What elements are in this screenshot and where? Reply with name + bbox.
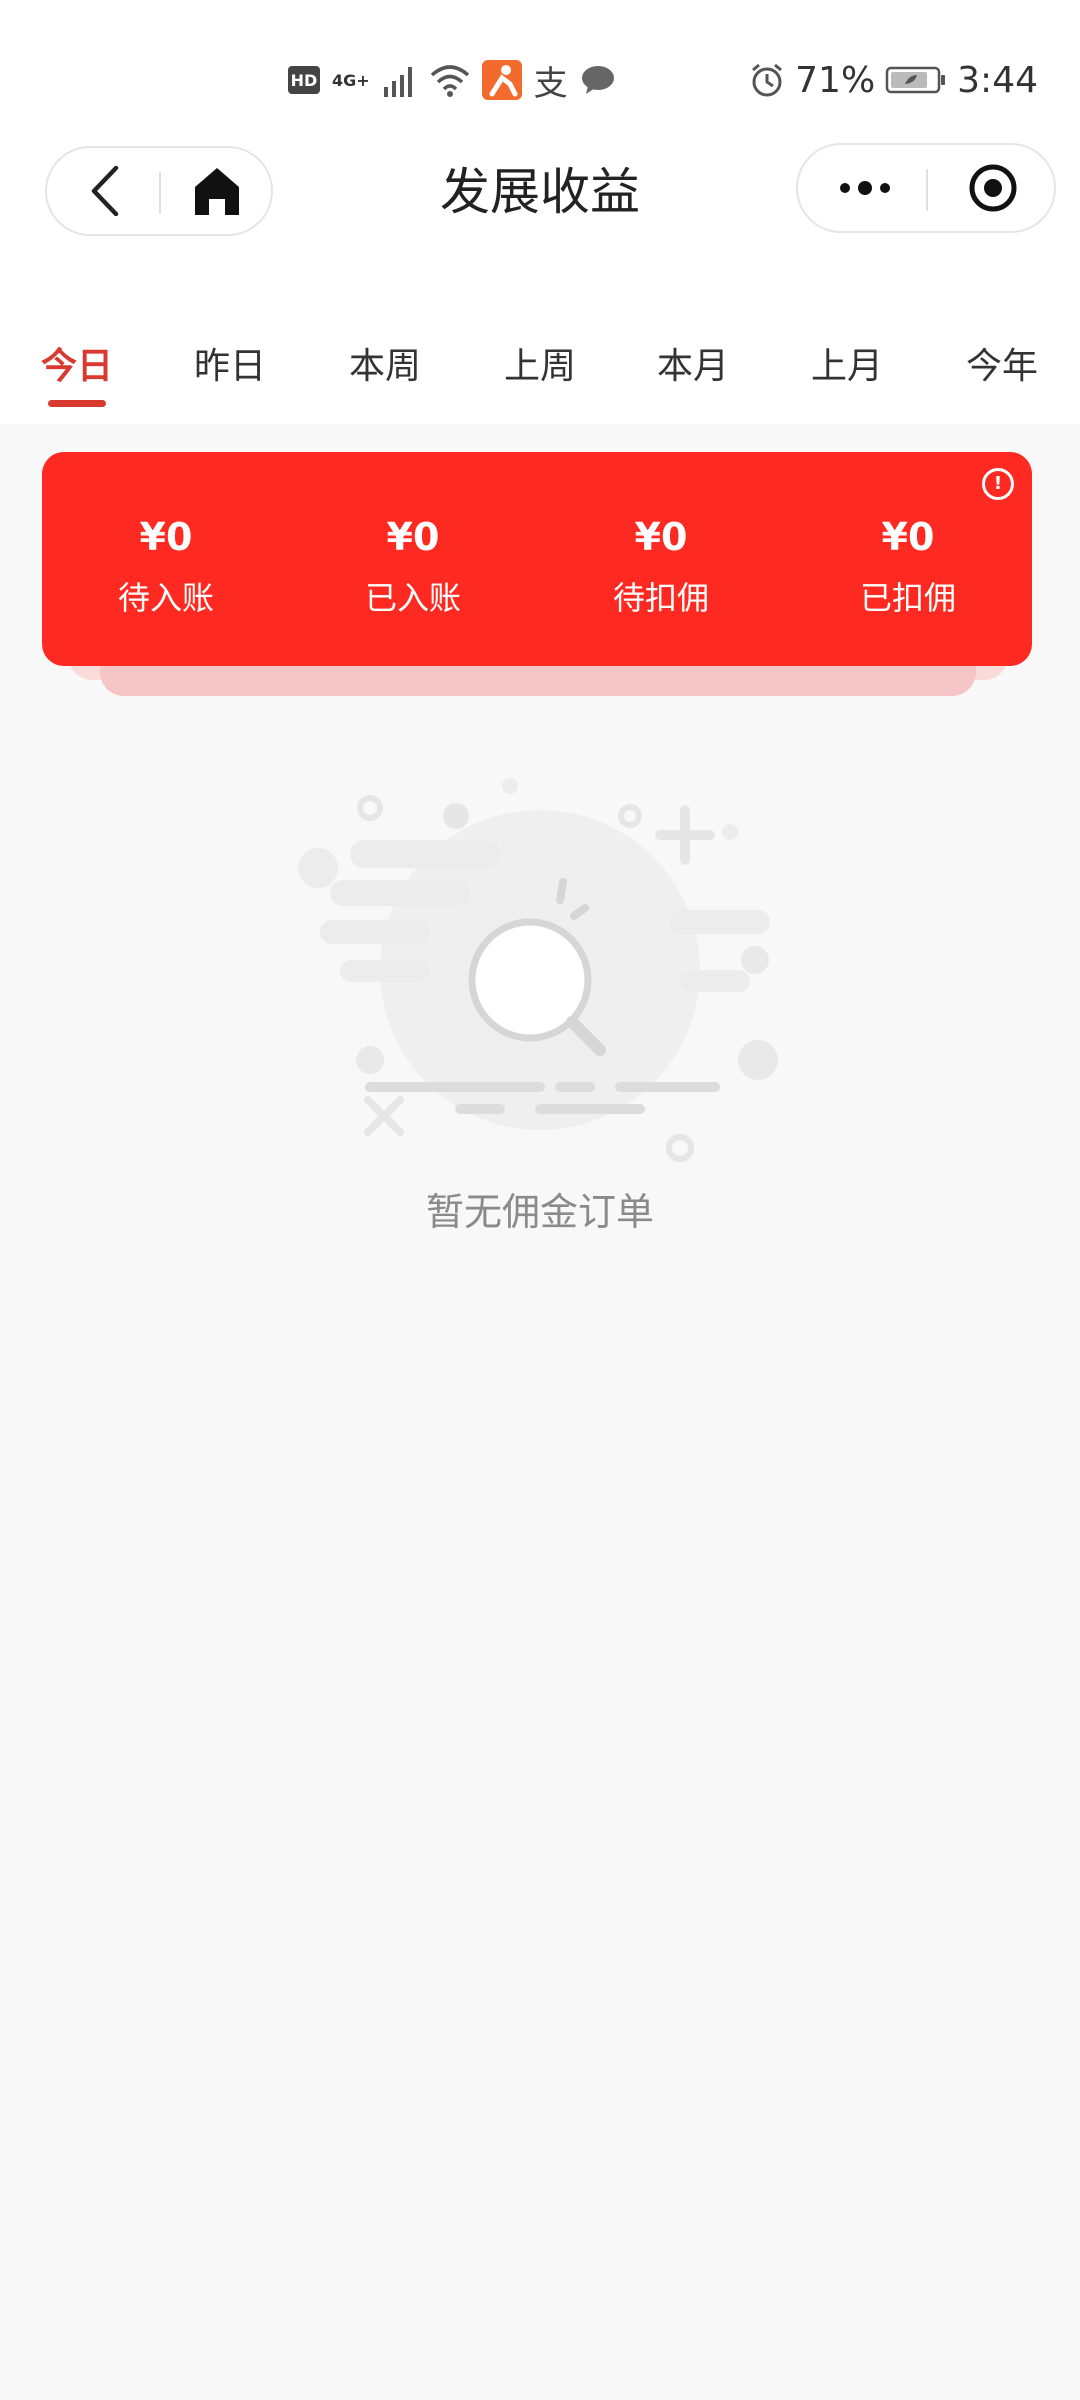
mini-program-capsule — [796, 143, 1056, 233]
target-icon — [969, 164, 1017, 212]
stat-amount: ¥0 — [634, 515, 688, 559]
close-mini-program-button[interactable] — [938, 145, 1048, 231]
status-bar: HD 4G+ 支 71% 3:44 — [0, 0, 1080, 160]
alarm-icon — [752, 63, 783, 97]
info-icon[interactable]: ! — [982, 468, 1014, 500]
stat-entered: ¥0 已入账 — [313, 512, 513, 626]
tab-today[interactable]: 今日 — [17, 330, 137, 410]
status-icons-right: 71% 3:44 — [749, 58, 1038, 102]
stat-label: 已入账 — [364, 579, 461, 617]
empty-state-message: 暂无佣金订单 — [425, 1190, 654, 1234]
chat-icon — [581, 66, 614, 94]
alipay-icon: 支 — [533, 63, 568, 104]
stat-label: 待入账 — [117, 579, 214, 617]
hd-icon: HD — [288, 66, 320, 94]
more-button[interactable] — [816, 145, 914, 231]
back-icon — [91, 166, 119, 216]
clock: 3:44 — [957, 59, 1038, 101]
battery-percent: 71% — [795, 59, 876, 101]
app-icon — [481, 60, 522, 100]
tab-this-year[interactable]: 今年 — [942, 330, 1062, 410]
earnings-summary-card: ! ¥0 待入账 ¥0 已入账 ¥0 待扣佣 ¥0 已扣佣 — [42, 452, 1032, 666]
stat-amount: ¥0 — [386, 515, 440, 559]
capsule-divider — [159, 172, 161, 214]
home-icon — [195, 168, 239, 215]
signal-icon — [383, 67, 412, 97]
tab-last-month[interactable]: 上月 — [787, 330, 907, 410]
tab-this-month[interactable]: 本月 — [633, 330, 753, 410]
tab-last-week[interactable]: 上周 — [480, 330, 600, 410]
stat-label: 已扣佣 — [859, 579, 956, 617]
network-type: 4G+ — [332, 70, 370, 90]
more-icon — [840, 181, 890, 195]
stat-pending-entry: ¥0 待入账 — [66, 512, 266, 626]
wifi-icon — [430, 65, 469, 97]
empty-search-illustration — [298, 778, 778, 1162]
active-tab-indicator — [48, 400, 106, 407]
status-icons-left: HD 4G+ 支 — [288, 58, 616, 104]
tab-yesterday[interactable]: 昨日 — [170, 330, 290, 410]
tab-this-week[interactable]: 本周 — [325, 330, 445, 410]
stat-amount: ¥0 — [881, 515, 935, 559]
page-title: 发展收益 — [440, 163, 640, 221]
battery-icon — [885, 66, 946, 94]
home-button[interactable] — [171, 148, 263, 234]
stat-pending-deduction: ¥0 待扣佣 — [561, 512, 761, 626]
stat-deducted: ¥0 已扣佣 — [808, 512, 1008, 626]
capsule-divider — [926, 169, 928, 211]
nav-capsule-left — [45, 146, 273, 236]
back-button[interactable] — [61, 148, 149, 234]
stat-label: 待扣佣 — [612, 579, 709, 617]
stat-amount: ¥0 — [139, 515, 193, 559]
period-tabs: 今日 昨日 本周 上周 本月 上月 今年 — [0, 330, 1080, 410]
